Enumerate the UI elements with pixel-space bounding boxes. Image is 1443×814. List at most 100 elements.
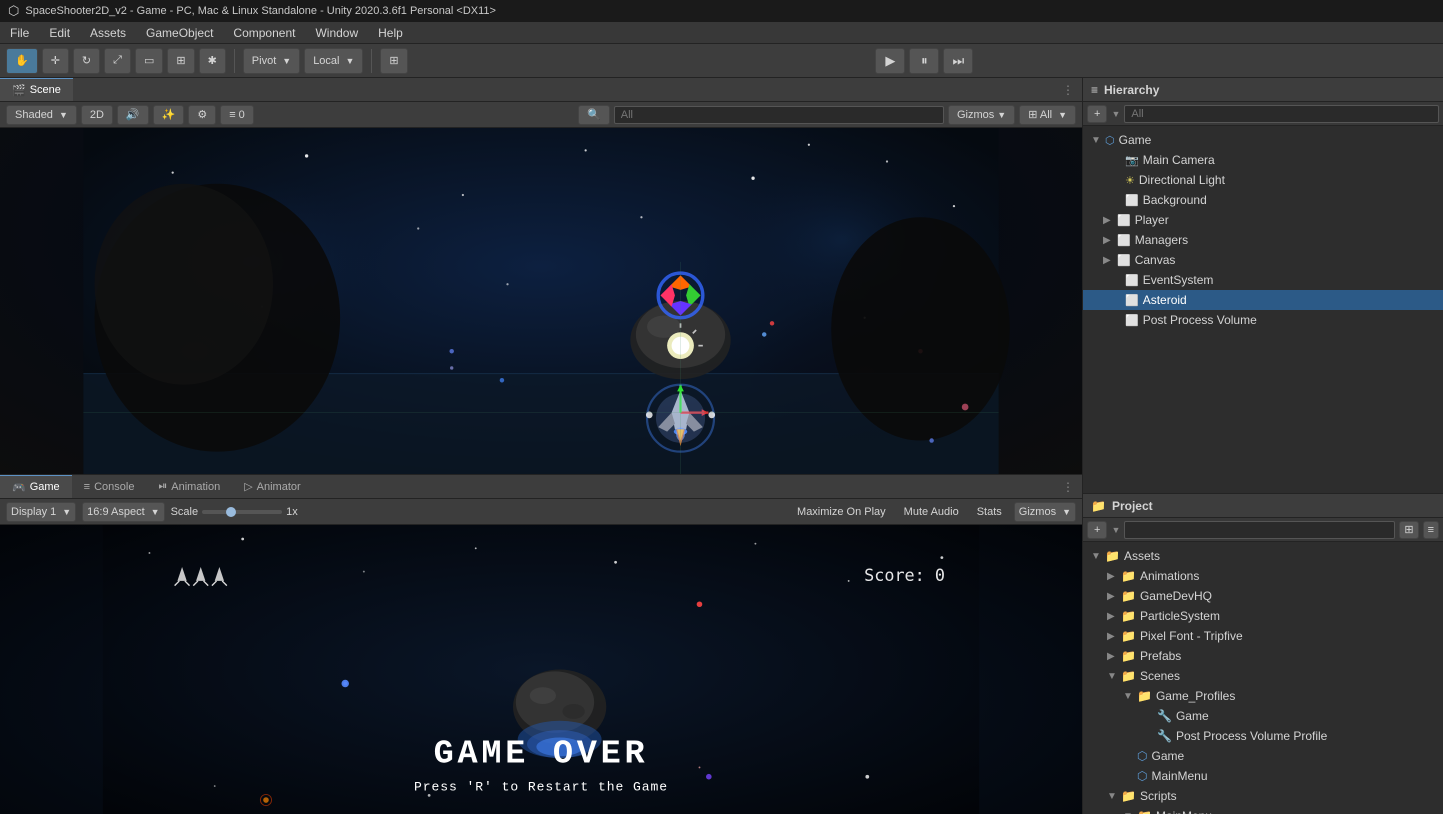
local-btn[interactable]: Local ▼	[304, 48, 363, 74]
project-prefabs-label: Prefabs	[1140, 649, 1181, 663]
menu-gameobject[interactable]: GameObject	[136, 22, 223, 43]
hierarchy-item-dir-light[interactable]: ☀ Directional Light	[1083, 170, 1443, 190]
project-item-animations[interactable]: ▶ 📁 Animations	[1083, 566, 1443, 586]
scale-value: 1x	[286, 506, 298, 518]
right-panel: ≡ Hierarchy + ▼ ▼ ⬡ Game 📷 Mai	[1083, 78, 1443, 814]
tab-animation[interactable]: ⏯ Animation	[146, 475, 232, 498]
menu-edit[interactable]: Edit	[39, 22, 80, 43]
hand-tool-btn[interactable]: ✋	[6, 48, 38, 74]
play-btn[interactable]: ▶	[875, 48, 905, 74]
project-item-game-scene-asset[interactable]: ⬡ Game	[1083, 746, 1443, 766]
project-item-gamedevhq[interactable]: ▶ 📁 GameDevHQ	[1083, 586, 1443, 606]
maximize-play-btn[interactable]: Maximize On Play	[791, 506, 892, 518]
project-item-pixelfont[interactable]: ▶ 📁 Pixel Font - Tripfive	[1083, 626, 1443, 646]
postprocess-icon: ⬜	[1125, 314, 1139, 327]
tab-scene[interactable]: 🎬 Scene	[0, 78, 73, 101]
2d-btn[interactable]: 2D	[81, 105, 113, 125]
hierarchy-item-canvas[interactable]: ▶ ⬜ Canvas	[1083, 250, 1443, 270]
console-icon: ≡	[84, 481, 90, 493]
project-item-particlesystem[interactable]: ▶ 📁 ParticleSystem	[1083, 606, 1443, 626]
project-item-scenes[interactable]: ▼ 📁 Scenes	[1083, 666, 1443, 686]
view-options-btn[interactable]: ⊞ All ▼	[1019, 105, 1076, 125]
fx-btn[interactable]: ✨	[153, 105, 185, 125]
project-view-btn[interactable]: ≡	[1423, 521, 1439, 539]
project-item-scripts[interactable]: ▼ 📁 Scripts	[1083, 786, 1443, 806]
project-panel: 📁 Project + ▼ ⊞ ≡ ▼ 📁 Assets ▶	[1083, 494, 1443, 814]
overlay-btn[interactable]: ≡ 0	[220, 105, 254, 125]
project-title: Project	[1112, 499, 1153, 513]
menu-assets[interactable]: Assets	[80, 22, 136, 43]
pivot-chevron: ▼	[282, 56, 291, 66]
hierarchy-item-main-camera[interactable]: 📷 Main Camera	[1083, 150, 1443, 170]
managers-expand: ▶	[1103, 235, 1117, 246]
step-btn[interactable]: ⏭	[943, 48, 973, 74]
rotate-tool-btn[interactable]: ↻	[73, 48, 100, 74]
hierarchy-search-input[interactable]	[1124, 105, 1439, 123]
hierarchy-bg-label: Background	[1143, 193, 1207, 207]
project-add-btn[interactable]: +	[1087, 521, 1107, 539]
project-filter-btn[interactable]: ⊞	[1399, 521, 1418, 539]
hierarchy-item-postprocess[interactable]: ⬜ Post Process Volume	[1083, 310, 1443, 330]
hierarchy-item-managers[interactable]: ▶ ⬜ Managers	[1083, 230, 1443, 250]
scene-panel-options[interactable]: ⋮	[1054, 83, 1082, 97]
gizmos-btn[interactable]: Gizmos ▼	[948, 105, 1015, 125]
pixelfont-expand: ▶	[1107, 631, 1121, 642]
pivot-btn[interactable]: Pivot ▼	[243, 48, 300, 74]
tab-game[interactable]: 🎮 Game	[0, 475, 72, 498]
project-item-mainmenu-folder[interactable]: ▼ 📁 MainMenu	[1083, 806, 1443, 814]
project-item-game-asset[interactable]: 🔧 Game	[1083, 706, 1443, 726]
pause-btn[interactable]: ⏸	[909, 48, 939, 74]
hierarchy-item-game-scene[interactable]: ▼ ⬡ Game	[1083, 130, 1443, 150]
menu-component[interactable]: Component	[223, 22, 305, 43]
gameprofiles-expand: ▼	[1123, 691, 1137, 702]
snap-btn[interactable]: ⊞	[380, 48, 407, 74]
gizmos-chevron: ▼	[997, 110, 1006, 120]
project-item-game-profiles[interactable]: ▼ 📁 Game_Profiles	[1083, 686, 1443, 706]
stats-btn[interactable]: Stats	[971, 506, 1008, 518]
scene-settings-btn[interactable]: ⚙	[188, 105, 216, 125]
menu-file[interactable]: File	[0, 22, 39, 43]
hierarchy-item-player[interactable]: ▶ ⬜ Player	[1083, 210, 1443, 230]
hierarchy-item-asteroid[interactable]: ⬜ Asteroid	[1083, 290, 1443, 310]
transform-tool-btn[interactable]: ⊞	[167, 48, 194, 74]
display-select[interactable]: Display 1 ▼	[6, 502, 76, 522]
project-item-assets[interactable]: ▼ 📁 Assets	[1083, 546, 1443, 566]
menu-window[interactable]: Window	[305, 22, 368, 43]
hierarchy-add-btn[interactable]: +	[1087, 105, 1107, 123]
hierarchy-game-scene-label: Game	[1119, 133, 1152, 147]
hierarchy-item-background[interactable]: ⬜ Background	[1083, 190, 1443, 210]
display-chevron: ▼	[62, 507, 71, 517]
audio-btn[interactable]: 🔊	[117, 105, 149, 125]
game-gizmos-label: Gizmos	[1019, 506, 1056, 518]
project-search-input[interactable]	[1124, 521, 1395, 539]
tab-console[interactable]: ≡ Console	[72, 475, 147, 498]
move-tool-btn[interactable]: ✛	[42, 48, 69, 74]
hierarchy-panel: ≡ Hierarchy + ▼ ▼ ⬡ Game 📷 Mai	[1083, 78, 1443, 494]
game-gizmos-btn[interactable]: Gizmos ▼	[1014, 502, 1076, 522]
hierarchy-item-eventsystem[interactable]: ⬜ EventSystem	[1083, 270, 1443, 290]
camera-icon: 📷	[1125, 154, 1139, 167]
menu-help[interactable]: Help	[368, 22, 413, 43]
rect-tool-btn[interactable]: ▭	[135, 48, 163, 74]
tab-animator[interactable]: ▷ Animator	[232, 475, 313, 498]
project-header: 📁 Project	[1083, 494, 1443, 518]
project-add-arrow: ▼	[1111, 525, 1120, 535]
aspect-label: 16:9 Aspect	[87, 506, 145, 518]
project-item-mainmenu-scene[interactable]: ⬡ MainMenu	[1083, 766, 1443, 786]
scale-tool-btn[interactable]: ⤢	[104, 48, 131, 74]
project-item-postprocess-profile[interactable]: 🔧 Post Process Volume Profile	[1083, 726, 1443, 746]
mute-audio-btn[interactable]: Mute Audio	[898, 506, 965, 518]
aspect-select[interactable]: 16:9 Aspect ▼	[82, 502, 164, 522]
project-icon: 📁	[1091, 499, 1106, 513]
game-viewport[interactable]: Score: 0	[0, 525, 1082, 814]
hierarchy-managers-label: Managers	[1135, 233, 1188, 247]
scene-search-btn[interactable]: 🔍	[578, 105, 610, 125]
scene-viewport[interactable]	[0, 128, 1082, 474]
game-gizmos-chevron: ▼	[1062, 507, 1071, 517]
scale-slider[interactable]	[202, 510, 282, 514]
game-panel-options[interactable]: ⋮	[1054, 480, 1082, 494]
project-item-prefabs[interactable]: ▶ 📁 Prefabs	[1083, 646, 1443, 666]
shading-btn[interactable]: Shaded ▼	[6, 105, 77, 125]
scene-search-input[interactable]	[614, 106, 944, 124]
custom-tool-btn[interactable]: ✱	[199, 48, 226, 74]
